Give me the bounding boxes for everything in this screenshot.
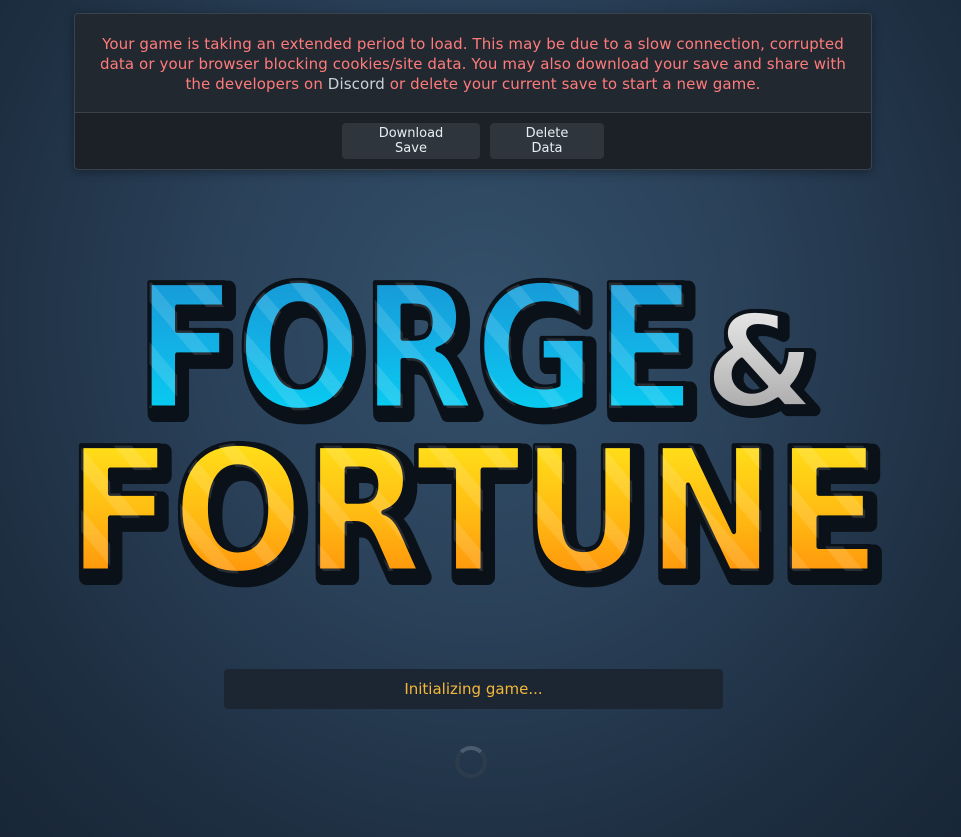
loading-status-text: Initializing game... xyxy=(404,680,543,698)
logo-fortune-line: FORTUNE FORTUNE FORTUNE xyxy=(64,409,894,589)
game-logo: FORGE FORGE FORGE & & FORTUNE FORTUNE FO… xyxy=(0,248,961,588)
loading-spinner-icon xyxy=(455,746,487,778)
delete-data-button[interactable]: Delete Data xyxy=(490,123,604,159)
warning-actions: Download Save Delete Data xyxy=(75,112,871,169)
warning-text-part2: or delete your current save to start a n… xyxy=(384,75,761,93)
load-warning-panel: Your game is taking an extended period t… xyxy=(74,13,872,170)
warning-message: Your game is taking an extended period t… xyxy=(75,14,871,114)
download-save-button[interactable]: Download Save xyxy=(342,123,480,159)
svg-text:FORTUNE: FORTUNE xyxy=(67,411,881,588)
loading-status-bar: Initializing game... xyxy=(224,669,723,709)
discord-link[interactable]: Discord xyxy=(328,75,385,93)
